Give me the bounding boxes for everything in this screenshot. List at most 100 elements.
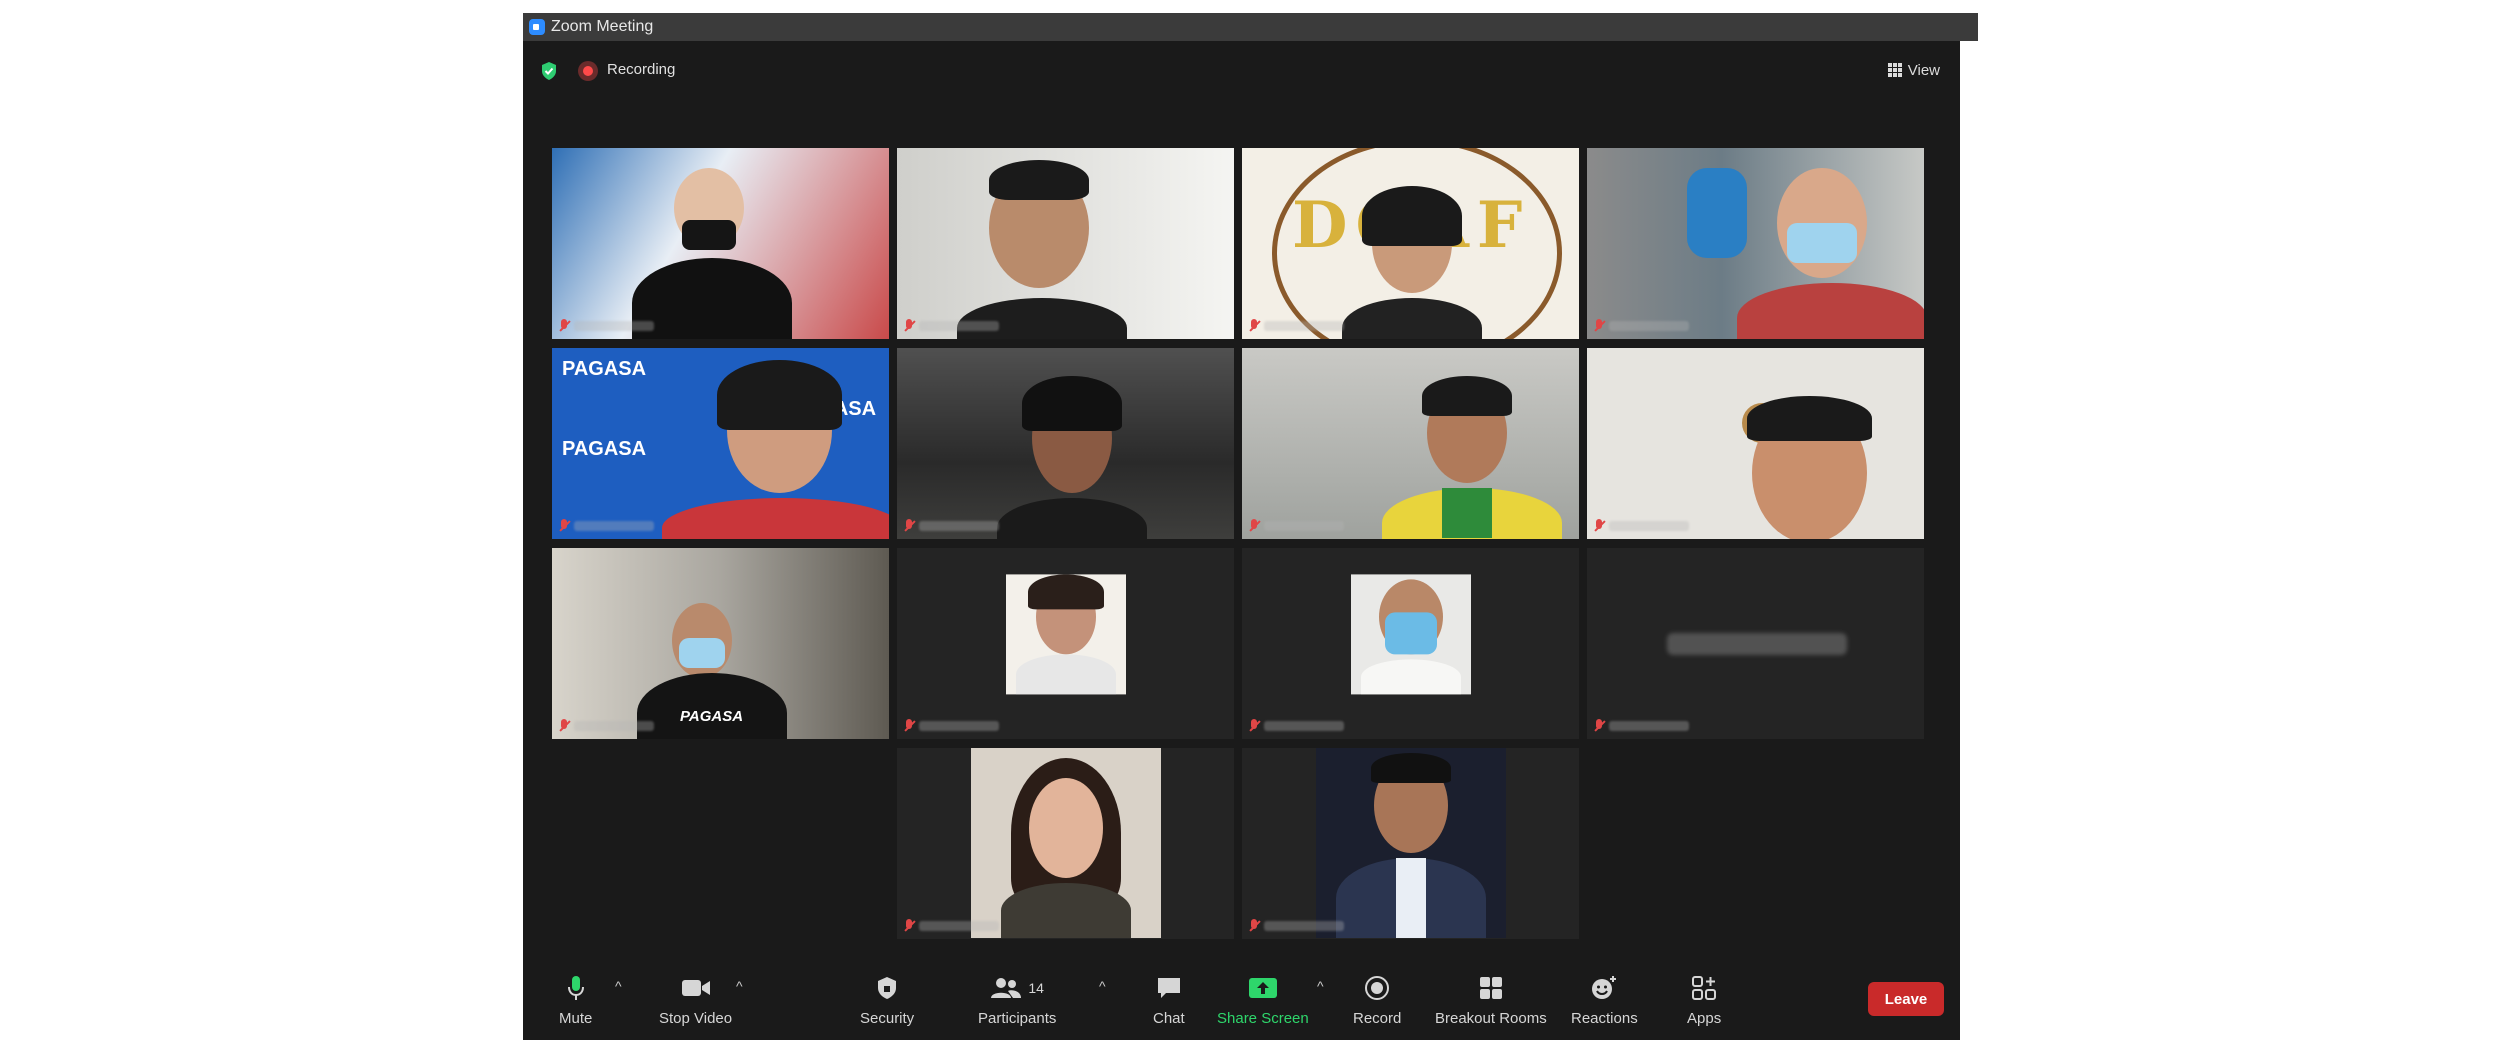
mute-options-caret[interactable]: ^ (615, 978, 622, 994)
blurred-name (1609, 721, 1689, 731)
mic-muted-icon (558, 519, 570, 533)
video-tile[interactable] (1242, 348, 1579, 539)
apps-label: Apps (1687, 1010, 1722, 1027)
blurred-name (1264, 921, 1344, 931)
record-icon (1365, 976, 1390, 1000)
title-bar: Zoom Meeting (523, 13, 1978, 41)
stop-video-label: Stop Video (659, 1010, 733, 1027)
recording-icon[interactable] (578, 61, 598, 81)
participant-name (903, 719, 999, 733)
participant-name (1593, 319, 1689, 333)
record-button[interactable]: Record (1353, 972, 1401, 1027)
mic-muted-icon (558, 319, 570, 333)
video-tile[interactable]: DOAF (1242, 148, 1579, 339)
blurred-name (919, 521, 999, 531)
zoom-app-icon (529, 19, 545, 35)
participant-name (1248, 719, 1344, 733)
participant-name (903, 919, 999, 933)
video-tile-active-speaker[interactable] (897, 148, 1234, 339)
view-button[interactable]: View (1880, 57, 1948, 83)
recording-label: Recording (607, 61, 676, 78)
video-tile[interactable]: PAGASA (552, 548, 889, 739)
window-title: Zoom Meeting (551, 18, 654, 35)
profile-picture (970, 748, 1161, 938)
blurred-name (574, 721, 654, 731)
video-tile-avatar[interactable] (897, 548, 1234, 739)
mic-muted-icon (1248, 919, 1260, 933)
mic-muted-icon (1593, 519, 1605, 533)
chat-button[interactable]: Chat (1153, 972, 1185, 1027)
participants-options-caret[interactable]: ^ (1099, 978, 1106, 994)
participant-name (1248, 519, 1344, 533)
participant-name (1248, 919, 1344, 933)
video-tile-avatar[interactable] (1242, 548, 1579, 739)
participant-name (903, 519, 999, 533)
blurred-name (1264, 521, 1344, 531)
microphone-icon (567, 976, 584, 1000)
view-label: View (1907, 61, 1940, 79)
video-tile-name-only[interactable] (1587, 548, 1924, 739)
shirt-logo: PAGASA (680, 708, 744, 725)
participant-name (1593, 519, 1689, 533)
meeting-controls-toolbar: Mute ^ Stop Video ^ Security 14 Particip… (523, 960, 1960, 1040)
participants-button[interactable]: 14 Participants (978, 972, 1056, 1027)
share-options-caret[interactable]: ^ (1317, 978, 1324, 994)
smiley-plus-icon (1592, 976, 1617, 999)
security-button[interactable]: Security (860, 972, 914, 1027)
participant-name (558, 519, 654, 533)
video-options-caret[interactable]: ^ (736, 978, 743, 994)
pagasa-banner: PAGASA (562, 438, 647, 460)
chat-label: Chat (1153, 1010, 1185, 1027)
participant-name (1593, 719, 1689, 733)
video-tile[interactable]: PAGASA PAGASA PAGASA (552, 348, 889, 539)
mic-muted-icon (903, 719, 915, 733)
mic-muted-icon (1248, 319, 1260, 333)
blurred-name (919, 921, 999, 931)
video-tile-avatar[interactable] (897, 748, 1234, 939)
mic-muted-icon (1593, 719, 1605, 733)
participant-name (558, 719, 654, 733)
mic-muted-icon (1593, 319, 1605, 333)
breakout-rooms-label: Breakout Rooms (1435, 1010, 1547, 1027)
breakout-rooms-icon (1479, 977, 1502, 999)
reactions-label: Reactions (1571, 1010, 1638, 1027)
shield-check-icon[interactable] (540, 61, 558, 81)
share-screen-button[interactable]: Share Screen (1217, 972, 1309, 1027)
video-tile-avatar[interactable] (1242, 748, 1579, 939)
video-tile[interactable] (1587, 348, 1924, 539)
profile-picture (1315, 748, 1506, 938)
mute-label: Mute (559, 1010, 593, 1027)
mute-button[interactable]: Mute (559, 972, 592, 1027)
participants-count: 14 (1028, 980, 1044, 996)
stop-video-button[interactable]: Stop Video (659, 972, 732, 1027)
blurred-name (1264, 321, 1344, 331)
blurred-name (574, 521, 654, 531)
leave-button[interactable]: Leave (1868, 982, 1944, 1016)
participant-name (903, 319, 999, 333)
apps-button[interactable]: Apps (1687, 972, 1721, 1027)
grid-icon (1887, 63, 1902, 77)
record-label: Record (1353, 1010, 1402, 1027)
shield-icon (878, 977, 897, 999)
video-tile[interactable] (552, 148, 889, 339)
reactions-button[interactable]: Reactions (1571, 972, 1638, 1027)
share-screen-icon (1248, 978, 1277, 998)
profile-picture (1350, 573, 1471, 694)
video-tile[interactable] (1587, 148, 1924, 339)
blurred-name (919, 321, 999, 331)
video-tile[interactable] (897, 348, 1234, 539)
mic-muted-icon (903, 519, 915, 533)
blurred-name (1609, 321, 1689, 331)
people-icon (991, 978, 1022, 998)
mic-muted-icon (903, 319, 915, 333)
participant-name (558, 319, 654, 333)
mic-muted-icon (1248, 519, 1260, 533)
security-label: Security (860, 1010, 915, 1027)
apps-icon (1692, 976, 1717, 1000)
mic-muted-icon (1248, 719, 1260, 733)
participant-name (1248, 319, 1344, 333)
profile-picture (1005, 573, 1126, 694)
chat-bubble-icon (1157, 978, 1180, 998)
breakout-rooms-button[interactable]: Breakout Rooms (1435, 972, 1547, 1027)
pagasa-banner: PAGASA (562, 358, 647, 380)
